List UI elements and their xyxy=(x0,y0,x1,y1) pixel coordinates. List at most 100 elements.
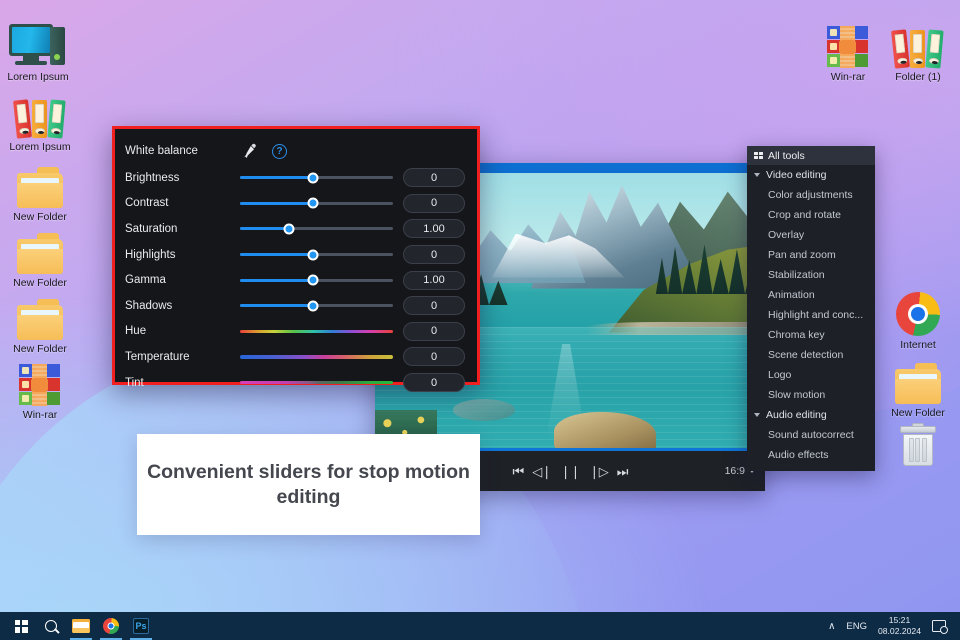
chevron-down-icon xyxy=(754,413,760,417)
tools-item[interactable]: Logo xyxy=(747,365,875,385)
slider-knob[interactable] xyxy=(283,223,295,235)
pause-button[interactable]: ❘❘ xyxy=(560,465,581,478)
tools-menu-body: Video editing Color adjustments Crop and r… xyxy=(747,165,875,465)
slider-track[interactable] xyxy=(240,172,393,184)
slider-value-input[interactable]: 0 xyxy=(403,321,465,341)
slider-knob[interactable] xyxy=(307,249,319,261)
tools-item[interactable]: Chroma key xyxy=(747,325,875,345)
language-indicator[interactable]: ENG xyxy=(846,621,867,632)
clock-time: 15:21 xyxy=(888,615,911,626)
slider-track[interactable] xyxy=(240,249,393,261)
slider-track-area[interactable] xyxy=(240,197,403,209)
slider-value-input[interactable]: 0 xyxy=(403,168,465,188)
tools-item[interactable]: Pan and zoom xyxy=(747,245,875,265)
aspect-ratio-value: 16:9 xyxy=(724,465,745,477)
slider-value-input[interactable]: 0 xyxy=(403,347,465,367)
tools-item[interactable]: Crop and rotate xyxy=(747,205,875,225)
slider-value-input[interactable]: 0 xyxy=(403,373,465,393)
slider-knob[interactable] xyxy=(307,300,319,312)
tools-item[interactable]: Color adjustments xyxy=(747,185,875,205)
desktop-icon-new-folder-3[interactable]: New Folder xyxy=(4,290,76,355)
help-question-icon[interactable]: ? xyxy=(272,143,287,159)
chevron-down-icon xyxy=(754,173,760,177)
desktop-icon-lorem-ipsum-computer[interactable]: Lorem Ipsum xyxy=(2,18,74,83)
step-backward-button[interactable]: ◁❘ xyxy=(532,465,552,478)
clock[interactable]: 15:21 08.02.2024 xyxy=(878,615,921,636)
all-tools-header-label: All tools xyxy=(768,149,805,162)
caption-callout: Convenient sliders for stop motion editi… xyxy=(137,434,480,535)
eyedropper-icon[interactable] xyxy=(240,142,258,160)
slider-value-input[interactable]: 1.00 xyxy=(403,219,465,239)
tools-item[interactable]: Highlight and conc... xyxy=(747,305,875,325)
slider-value-input[interactable]: 0 xyxy=(403,296,465,316)
file-explorer-button[interactable] xyxy=(66,612,96,640)
slider-track-area[interactable] xyxy=(240,223,403,235)
slider-knob[interactable] xyxy=(307,197,319,209)
tools-group-video-editing[interactable]: Video editing xyxy=(747,165,875,185)
clock-date: 08.02.2024 xyxy=(877,626,921,636)
computer-monitor-icon xyxy=(2,18,74,68)
desktop-icon-new-folder-2[interactable]: New Folder xyxy=(4,224,76,289)
slider-knob[interactable] xyxy=(307,274,319,286)
search-button[interactable] xyxy=(36,612,66,640)
start-button[interactable] xyxy=(6,612,36,640)
photoshop-button[interactable]: Ps xyxy=(126,612,156,640)
slider-knob[interactable] xyxy=(307,172,319,184)
desktop-icon-recycle-bin[interactable] xyxy=(882,418,954,471)
slider-track-area[interactable] xyxy=(240,380,403,385)
slider-rows-container: Brightness 0 Contrast 0 Saturation 1.00 Highli… xyxy=(125,165,465,395)
skip-to-end-button[interactable]: ⏭ xyxy=(617,465,629,478)
tools-item[interactable]: Animation xyxy=(747,285,875,305)
slider-label: Hue xyxy=(125,325,147,338)
slider-track[interactable] xyxy=(240,197,393,209)
folder-icon xyxy=(72,619,90,633)
desktop-icon-label: New Folder xyxy=(13,343,67,355)
white-balance-label: White balance xyxy=(125,145,198,157)
desktop-icon-winrar-right[interactable]: Win-rar xyxy=(812,18,884,83)
slider-track[interactable] xyxy=(240,223,393,235)
desktop-icon-internet[interactable]: Internet xyxy=(882,286,954,351)
slider-track-area[interactable] xyxy=(240,274,403,286)
chrome-button[interactable] xyxy=(96,612,126,640)
slider-track-area[interactable] xyxy=(240,329,403,334)
slider-label: Highlights xyxy=(125,248,176,261)
tray-overflow-caret-icon[interactable]: ∧ xyxy=(828,621,835,632)
slider-label: Tint xyxy=(125,376,144,389)
slider-row: Temperature 0 xyxy=(125,344,465,370)
skip-to-start-button[interactable]: ⏮ xyxy=(513,465,525,478)
slider-track-area[interactable] xyxy=(240,300,403,312)
tools-group-audio-editing[interactable]: Audio editing xyxy=(747,405,875,425)
desktop-icon-winrar-left[interactable]: Win-rar xyxy=(4,356,76,421)
slider-value-input[interactable]: 1.00 xyxy=(403,270,465,290)
slider-value-input[interactable]: 0 xyxy=(403,193,465,213)
slider-track-area[interactable] xyxy=(240,249,403,261)
desktop-icon-new-folder-1[interactable]: New Folder xyxy=(4,158,76,223)
slider-gradient-track[interactable] xyxy=(240,329,393,334)
winrar-icon xyxy=(812,18,884,68)
tools-item[interactable]: Scene detection xyxy=(747,345,875,365)
tools-item[interactable]: Audio effects xyxy=(747,445,875,465)
slider-track[interactable] xyxy=(240,274,393,286)
all-tools-header[interactable]: All tools xyxy=(747,146,875,165)
desktop-icon-folder-1-binders[interactable]: Folder (1) xyxy=(882,18,954,83)
tools-item[interactable]: Overlay xyxy=(747,225,875,245)
tools-item[interactable]: Stabilization xyxy=(747,265,875,285)
desktop-icon-label: Win-rar xyxy=(22,409,58,421)
step-forward-button[interactable]: ❘▷ xyxy=(589,465,609,478)
desktop-icon-label: Folder (1) xyxy=(895,71,941,83)
binders-icon xyxy=(4,88,76,139)
tools-item[interactable]: Slow motion xyxy=(747,385,875,405)
slider-gradient-track[interactable] xyxy=(240,355,393,359)
slider-gradient-track[interactable] xyxy=(240,380,393,385)
slider-label: Saturation xyxy=(125,222,178,235)
slider-track-area[interactable] xyxy=(240,172,403,184)
slider-track-area[interactable] xyxy=(240,355,403,359)
desktop-icon-new-folder-right[interactable]: New Folder xyxy=(882,354,954,419)
desktop-icon-lorem-ipsum-binders[interactable]: Lorem Ipsum xyxy=(4,88,76,153)
slider-fill xyxy=(240,278,314,282)
tools-item[interactable]: Sound autocorrect xyxy=(747,425,875,445)
slider-value-input[interactable]: 0 xyxy=(403,245,465,265)
slider-track[interactable] xyxy=(240,300,393,312)
notification-icon[interactable] xyxy=(932,620,948,634)
desktop-icon-label: Lorem Ipsum xyxy=(9,141,71,153)
